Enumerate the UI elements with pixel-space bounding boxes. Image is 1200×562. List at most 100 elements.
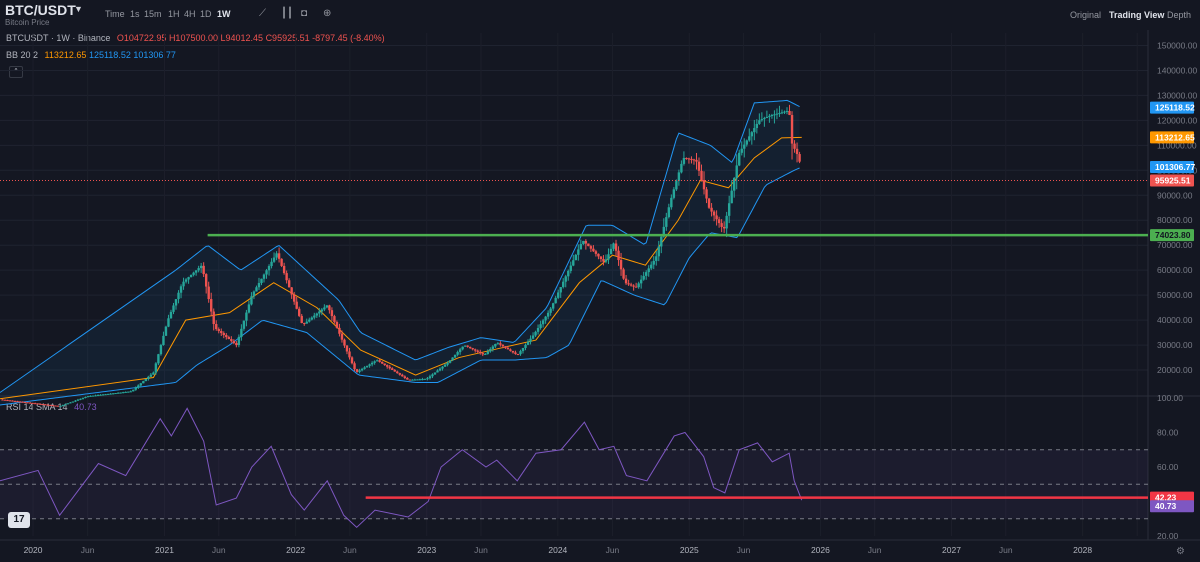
candle-body xyxy=(690,158,693,160)
candle-body xyxy=(428,376,432,379)
candle-body xyxy=(363,367,366,369)
price-axis-tick: 30000.00 xyxy=(1157,340,1193,350)
candle-body xyxy=(727,203,731,216)
candle-body xyxy=(61,405,65,407)
candle-body xyxy=(551,303,555,309)
candle-body xyxy=(247,304,251,313)
candle-body xyxy=(164,326,168,336)
candle-body xyxy=(443,364,447,367)
candle-body xyxy=(534,331,537,336)
candle-body xyxy=(51,405,55,407)
rsi-band-fill xyxy=(0,449,1148,519)
candle-body xyxy=(109,393,112,395)
candle-body xyxy=(401,374,404,377)
candle-body xyxy=(582,240,585,245)
price-axis-tick: 60000.00 xyxy=(1157,265,1193,275)
candle-body xyxy=(353,363,356,370)
candle-body xyxy=(305,321,308,324)
settings-gear-icon[interactable]: ⚙ xyxy=(1176,546,1185,557)
candle-body xyxy=(710,207,713,212)
candle-body xyxy=(634,286,638,288)
candle-body xyxy=(632,285,635,287)
candle-body xyxy=(71,401,75,403)
candle-body xyxy=(642,275,645,280)
candle-body xyxy=(423,378,427,380)
candle-body xyxy=(599,256,603,259)
candle-body xyxy=(328,305,331,311)
price-axis-tick: 20000.00 xyxy=(1157,365,1193,375)
candle-body xyxy=(639,279,643,284)
candle-body xyxy=(650,264,653,269)
candle-body xyxy=(147,376,150,379)
candle-body xyxy=(637,283,640,288)
candle-body xyxy=(149,374,153,377)
candle-body xyxy=(194,270,198,273)
tradingview-logo: 17 xyxy=(8,512,30,528)
candle-body xyxy=(539,324,542,329)
price-chart[interactable]: 150000.00140000.00130000.00120000.001100… xyxy=(0,0,1200,562)
candle-body xyxy=(722,226,726,229)
candle-body xyxy=(245,312,248,321)
candle-body xyxy=(456,352,459,355)
candle-body xyxy=(240,328,243,337)
candle-body xyxy=(365,365,369,368)
candle-body xyxy=(267,266,271,271)
candle-body xyxy=(350,357,354,364)
candle-body xyxy=(3,399,7,401)
candle-body xyxy=(46,404,49,406)
candle-body xyxy=(519,351,522,355)
candle-body xyxy=(212,311,215,325)
time-axis-tick: 2028 xyxy=(1073,545,1092,555)
candle-body xyxy=(499,343,502,345)
candle-body xyxy=(84,397,87,399)
candle-body xyxy=(496,343,500,345)
candle-body xyxy=(154,363,158,373)
candle-body xyxy=(41,404,44,406)
candle-body xyxy=(529,338,532,342)
candle-body xyxy=(159,345,163,355)
candle-body xyxy=(491,346,495,349)
candle-body xyxy=(227,337,231,340)
candle-body xyxy=(132,389,135,392)
time-axis-tick: 2026 xyxy=(811,545,830,555)
candle-body xyxy=(587,243,590,247)
candle-body xyxy=(589,246,593,249)
candle-body xyxy=(177,292,180,300)
candle-body xyxy=(119,392,122,394)
time-axis-tick: Jun xyxy=(343,545,357,555)
candle-body xyxy=(758,120,761,124)
candle-body xyxy=(446,362,449,365)
candle-body xyxy=(192,272,195,275)
candle-body xyxy=(592,248,595,252)
candle-body xyxy=(536,328,540,332)
candle-body xyxy=(501,344,505,347)
candle-body xyxy=(139,383,143,386)
candle-body xyxy=(408,379,412,381)
candle-body xyxy=(509,349,512,351)
candle-body xyxy=(272,257,276,262)
time-axis-tick: Jun xyxy=(212,545,226,555)
candle-body xyxy=(222,333,225,336)
candle-body xyxy=(64,404,67,406)
candle-body xyxy=(242,320,246,329)
candle-body xyxy=(187,277,190,280)
candle-body xyxy=(220,331,223,334)
rsi-value-tag: 40.73 xyxy=(1155,501,1177,511)
time-axis-tick: Jun xyxy=(868,545,882,555)
candle-body xyxy=(436,370,439,373)
candle-body xyxy=(712,211,716,216)
price-axis-tick: 90000.00 xyxy=(1157,190,1193,200)
candle-body xyxy=(391,368,394,370)
bb-basis-price-tag: 113212.65 xyxy=(1155,132,1195,142)
bb-lower-price-tag: 101306.77 xyxy=(1155,162,1195,172)
candle-body xyxy=(768,115,771,117)
candle-body xyxy=(303,323,306,325)
candle-body xyxy=(270,261,273,267)
candle-body xyxy=(748,136,751,141)
candle-body xyxy=(783,111,786,113)
candle-body xyxy=(230,339,233,342)
candle-body xyxy=(333,316,336,322)
candle-body xyxy=(114,393,117,395)
candle-body xyxy=(785,110,789,112)
price-axis-tick: 70000.00 xyxy=(1157,240,1193,250)
